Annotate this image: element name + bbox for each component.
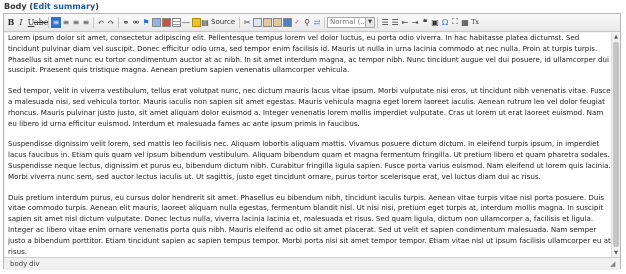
scroll-down-arrow-icon[interactable]: ▼ [612,249,620,257]
bulleted-list-icon[interactable]: ☰ [390,17,400,28]
horizontal-rule-icon[interactable]: — [181,17,191,28]
align-justify-button[interactable]: ≡ [81,17,91,28]
paragraph: Suspendisse dignissim velit lorem, sed m… [8,139,611,181]
align-right-button[interactable]: ≡ [71,17,81,28]
path-element-div[interactable]: div [29,260,40,268]
rich-text-editor: B I U abc ≡ ≡ ≡ ≡ ↶ ↷ ⚭ ⚮ ⚑ — ▤ Source ✂ [3,13,621,270]
align-left-button[interactable]: ≡ [51,16,61,28]
path-element-body[interactable]: body [10,260,27,268]
find-icon[interactable]: ⚲ [302,17,312,28]
source-button[interactable]: Source [209,18,237,26]
remove-format-icon[interactable]: Tx [470,17,480,28]
strikethrough-button[interactable]: abc [34,17,48,28]
redo-button[interactable]: ↷ [106,17,116,28]
edit-summary-link[interactable]: Edit summary [33,2,95,11]
chevron-down-icon: ▼ [365,17,375,27]
field-label: Body (Edit summary) [4,2,99,11]
smiley-icon[interactable] [191,17,201,28]
paste-word-icon[interactable] [282,17,292,28]
align-center-button[interactable]: ≡ [61,17,71,28]
element-path-bar: body div ◢ [4,257,620,270]
format-select-value: Normal (... [330,18,368,26]
undo-button[interactable]: ↶ [96,17,106,28]
maximize-icon[interactable]: ⛶ [450,17,460,28]
paragraph: Lorem ipsum dolor sit amet, consectetur … [8,33,609,75]
resize-grip-icon[interactable]: ◢ [610,260,618,268]
toolbar-separator [118,16,119,28]
toolbar-separator [377,16,379,28]
replace-icon[interactable]: ⇄ [312,17,322,28]
indent-icon[interactable]: ⇥ [410,17,420,28]
format-select[interactable]: Normal (... ▼ [327,16,376,28]
scroll-up-arrow-icon[interactable]: ▲ [612,33,620,41]
source-icon: ▤ [201,17,209,27]
paragraph: Duis pretium interdum purus, eu cursus d… [8,192,611,256]
show-blocks-icon[interactable]: ▦ [460,17,470,28]
toolbar-separator [324,16,326,28]
spellcheck-icon[interactable]: ✓ [292,17,302,28]
editor-content-area[interactable]: Lorem ipsum dolor sit amet, consectetur … [5,33,611,257]
toolbar-separator [48,16,49,28]
toolbar-separator [93,16,94,28]
paragraph: Sed tempor, velit in viverra vestibulum,… [8,86,611,128]
anchor-icon[interactable]: ⚑ [141,17,151,28]
outdent-icon[interactable]: ⇤ [400,17,410,28]
italic-button[interactable]: I [16,17,26,28]
unlink-icon[interactable]: ⚮ [131,17,141,28]
div-container-icon[interactable]: ▣ [430,17,440,28]
link-icon[interactable]: ⚭ [121,17,131,28]
toolbar-separator [239,16,241,28]
special-char-icon[interactable]: Ω [440,17,450,28]
paste-icon[interactable] [262,17,272,28]
editor-toolbar: B I U abc ≡ ≡ ≡ ≡ ↶ ↷ ⚭ ⚮ ⚑ — ▤ Source ✂ [4,14,620,32]
cut-icon[interactable]: ✂ [242,17,252,28]
bold-button[interactable]: B [6,17,16,28]
field-label-text: Body [4,2,27,11]
table-icon[interactable] [171,17,181,28]
image-icon[interactable] [151,17,161,28]
vertical-scrollbar[interactable]: ▲ ▼ [611,33,620,257]
flash-icon[interactable] [161,17,171,28]
scrollbar-thumb[interactable] [613,42,619,247]
numbered-list-icon[interactable]: ☰ [380,17,390,28]
blockquote-icon[interactable]: ❝ [420,17,430,28]
paste-text-icon[interactable] [272,17,282,28]
copy-icon[interactable] [252,17,262,28]
